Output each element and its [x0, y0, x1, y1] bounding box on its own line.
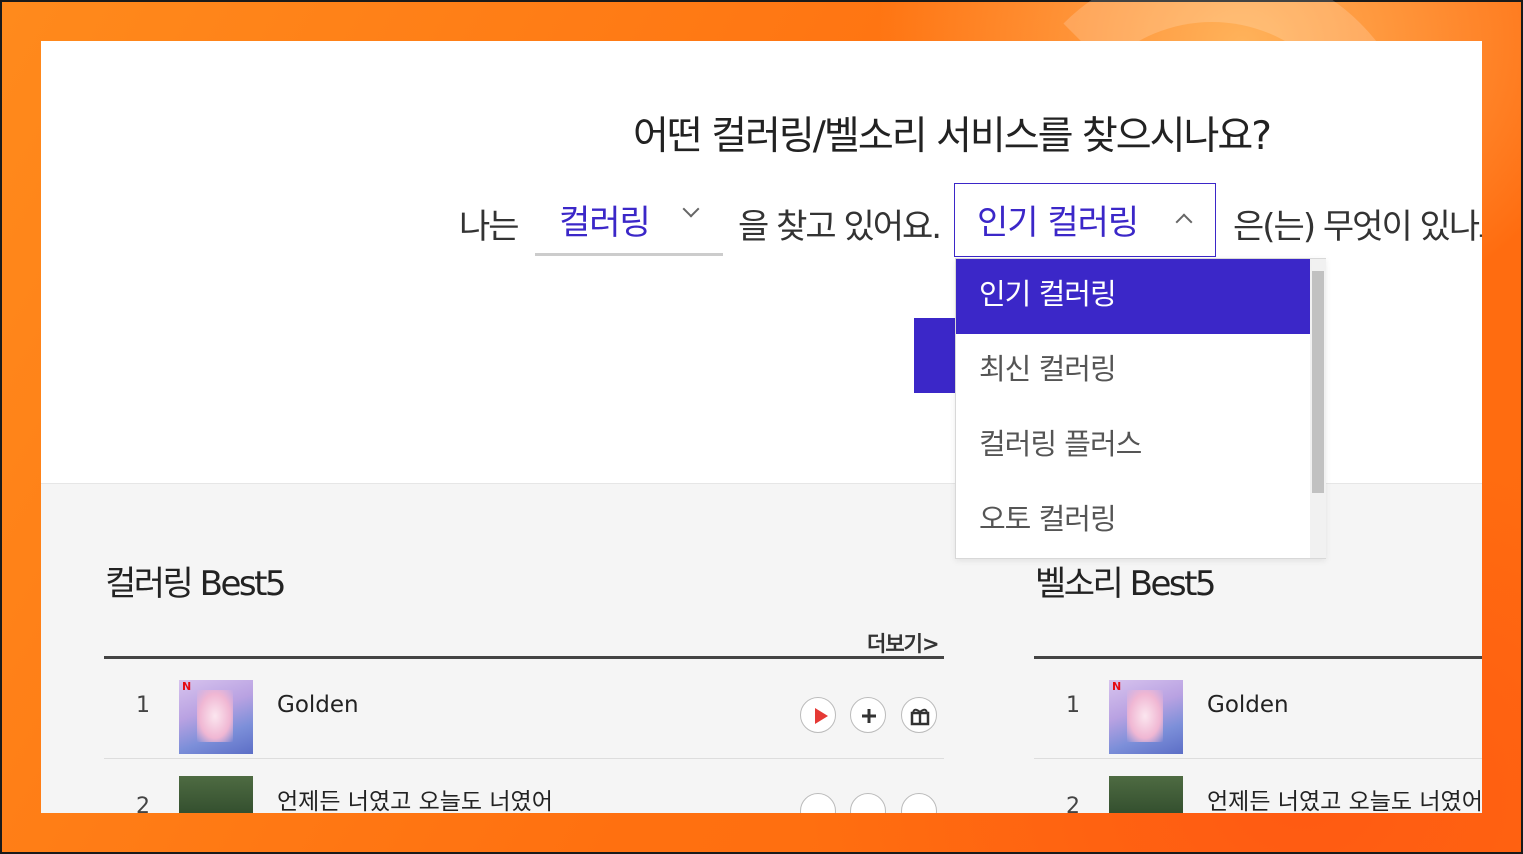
rank-number: 1	[1066, 693, 1080, 718]
sentence-middle: 을 찾고 있어요.	[738, 207, 942, 247]
album-cover[interactable]	[1109, 776, 1183, 813]
more-link[interactable]: 더보기>	[867, 628, 940, 658]
song-title[interactable]: Golden	[1207, 692, 1289, 718]
bell-best-title: 벨소리 Best5	[1035, 564, 1217, 604]
album-cover[interactable]	[179, 680, 253, 754]
gift-icon	[910, 708, 930, 726]
gift-button[interactable]	[901, 793, 937, 813]
category-value: 인기 컬러링	[977, 203, 1139, 243]
page-title: 어떤 컬러링/벨소리 서비스를 찾으시나요?	[633, 114, 1272, 159]
scrollbar-thumb[interactable]	[1312, 271, 1324, 493]
table-row: 1 Golden	[104, 659, 944, 759]
coloring-best-title: 컬러링 Best5	[105, 564, 287, 604]
dropdown-scrollbar[interactable]	[1310, 259, 1326, 558]
service-type-select[interactable]: 컬러링	[535, 183, 723, 256]
rank-number: 1	[136, 693, 150, 718]
add-button[interactable]	[850, 793, 886, 813]
table-row: 2 언제든 너였고 오늘도 너였어	[104, 760, 944, 813]
dropdown-option-auto[interactable]: 오토 컬러링	[956, 484, 1310, 559]
dropdown-option-popular[interactable]: 인기 컬러링	[956, 259, 1310, 334]
finder-sentence: 나는 컬러링 을 찾고 있어요. 인기 컬러링 은(는) 무엇이 있나요	[41, 183, 1482, 263]
gift-button[interactable]	[901, 697, 937, 733]
chevron-up-icon	[1175, 213, 1193, 231]
table-row: 2 언제든 너였고 오늘도 너였어	[1034, 760, 1482, 813]
dropdown-option-plus[interactable]: 컬러링 플러스	[956, 409, 1310, 484]
play-button[interactable]	[800, 793, 836, 813]
dropdown-option-latest[interactable]: 최신 컬러링	[956, 334, 1310, 409]
chevron-down-icon	[682, 200, 700, 218]
song-title[interactable]: Golden	[277, 692, 359, 718]
play-icon	[815, 708, 828, 724]
category-dropdown: 인기 컬러링 최신 컬러링 컬러링 플러스 오토 컬러링	[955, 258, 1326, 559]
rank-number: 2	[136, 794, 150, 813]
page-frame: 어떤 컬러링/벨소리 서비스를 찾으시나요? 나는 컬러링 을 찾고 있어요. …	[41, 41, 1482, 813]
category-select[interactable]: 인기 컬러링	[954, 183, 1216, 257]
rank-number: 2	[1066, 794, 1080, 813]
sentence-prefix: 나는	[459, 207, 520, 247]
song-title[interactable]: 언제든 너였고 오늘도 너였어	[277, 782, 553, 813]
plus-icon	[862, 709, 876, 723]
service-type-value: 컬러링	[559, 203, 651, 243]
add-button[interactable]	[850, 697, 886, 733]
table-row: 1 Golden	[1034, 659, 1482, 759]
sentence-suffix: 은(는) 무엇이 있나요	[1233, 207, 1482, 247]
album-cover[interactable]	[179, 776, 253, 813]
play-button[interactable]	[800, 697, 836, 733]
album-cover[interactable]	[1109, 680, 1183, 754]
song-title[interactable]: 언제든 너였고 오늘도 너였어	[1207, 782, 1482, 813]
